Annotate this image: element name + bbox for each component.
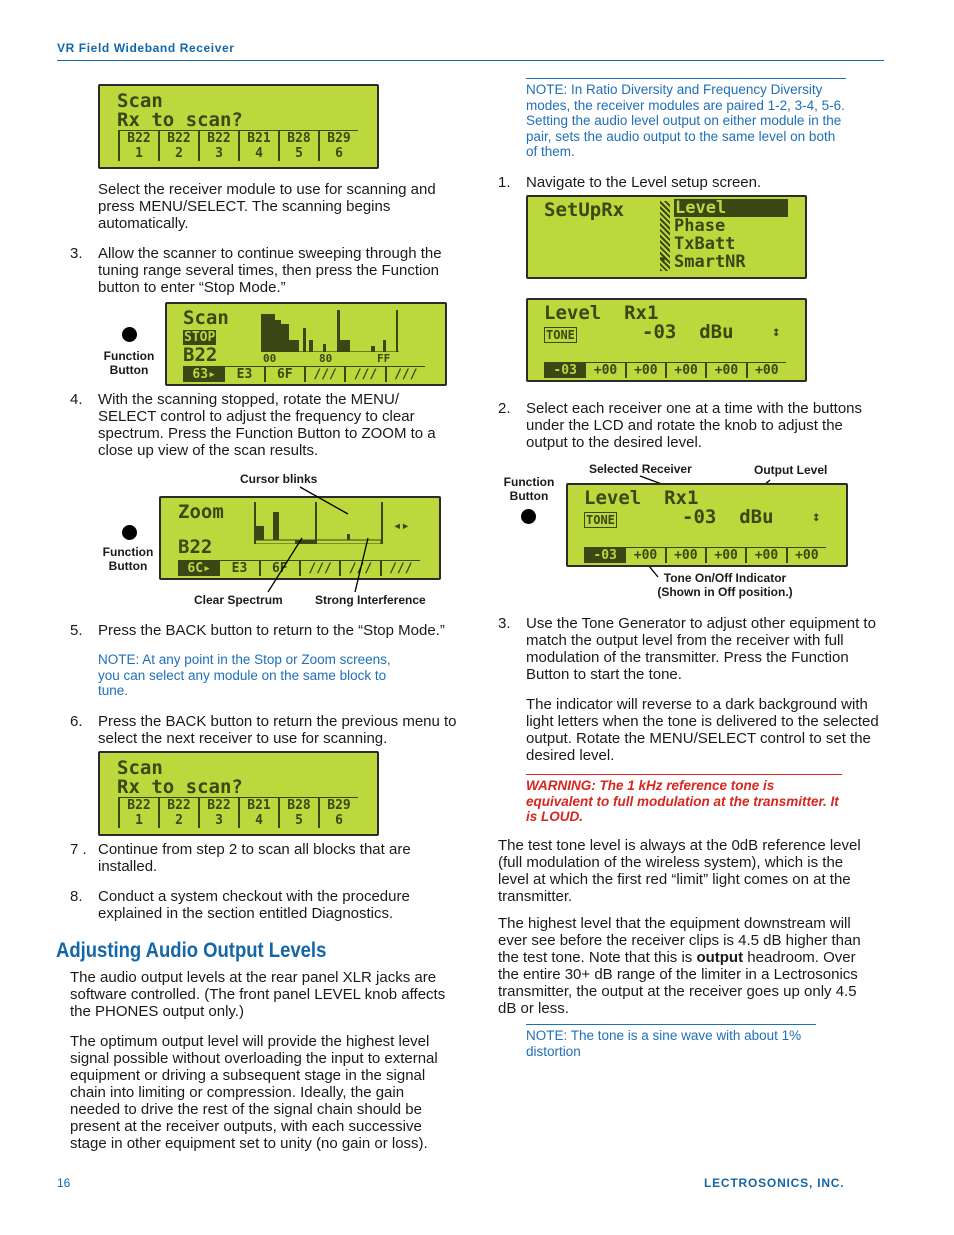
function-button-label: Function Button <box>503 475 555 503</box>
step-number: 7 . <box>70 841 87 858</box>
lcd-cell: +00 <box>664 547 705 563</box>
paragraph: The highest level that the equipment dow… <box>498 915 861 1017</box>
lcd-cell: +00 <box>584 362 625 378</box>
lcd-level-cells: -03 +00 +00 +00 +00 +00 <box>584 547 826 563</box>
tone-indicator: TONE <box>544 327 577 343</box>
paragraph: The optimum output level will provide th… <box>70 1033 438 1152</box>
lcd-level-annotated: Level Rx1 TONE -03 dBu ↕ -03 +00 +00 +00 +00… <box>566 483 848 567</box>
lcd-cell: +00 <box>704 547 746 563</box>
step-number: 2. <box>498 400 511 417</box>
lcd-cell: +00 <box>745 547 786 563</box>
callout-clear-spectrum: Clear Spectrum <box>194 593 283 607</box>
menu-item: SmartNR <box>674 252 746 272</box>
output-level-value: -03 dBu <box>642 321 734 343</box>
footer-company: LECTROSONICS, INC. <box>704 1176 845 1190</box>
output-level-value: -03 dBu <box>682 506 774 528</box>
up-down-arrows-icon: ↕ <box>772 324 781 340</box>
lcd-cell: +00 <box>785 547 826 563</box>
lcd-cell: +00 <box>705 362 746 378</box>
step-text: Press the BACK button to return the prev… <box>98 713 457 747</box>
step-number: 5. <box>70 622 83 639</box>
lcd-title: SetUpRx <box>544 199 625 221</box>
step-number: 8. <box>70 888 83 905</box>
function-button-icon <box>521 509 536 524</box>
note: NOTE: The tone is a sine wave with about… <box>526 1024 816 1059</box>
scroll-down-icon: ▼ <box>660 255 667 266</box>
section-heading: Adjusting Audio Output Levels <box>56 939 327 962</box>
warning-note: WARNING: The 1 kHz reference tone is equ… <box>526 774 842 825</box>
paragraph: The test tone level is always at the 0dB… <box>498 837 861 905</box>
lcd-line: Rx to scan? <box>117 776 243 798</box>
menu-item: Phase <box>674 216 726 236</box>
lcd-cell: B22 2 <box>158 797 198 828</box>
lcd-scan-select-2: Scan Rx to scan? B22 1 B22 2 B22 3 B21 4 B28… <box>98 751 379 836</box>
note: NOTE: At any point in the Stop or Zoom s… <box>98 652 391 698</box>
step-text: Press the BACK button to return to the “… <box>98 622 445 639</box>
menu-item-selected: Level <box>674 199 788 217</box>
step-text: Use the Tone Generator to adjust other e… <box>526 615 876 683</box>
lcd-cell: B22 3 <box>198 797 238 828</box>
callout-strong-interference: Strong Interference <box>315 593 426 607</box>
lcd-cell: B21 4 <box>238 797 278 828</box>
lcd-cell: +00 <box>624 547 665 563</box>
callout-output-level: Output Level <box>754 463 828 477</box>
lcd-block-cells: B22 1 B22 2 B22 3 B21 4 B28 5 B29 6 <box>118 797 358 828</box>
step-text: Continue from step 2 to scan all blocks … <box>98 841 411 875</box>
lcd-level: Level Rx1 TONE -03 dBu ↕ -03 +00 +00 +00 +00… <box>526 298 807 382</box>
callout-tone-indicator: Tone On/Off Indicator (Shown in Off posit… <box>657 571 793 599</box>
callout-selected-receiver: Selected Receiver <box>589 462 692 476</box>
page-number: 16 <box>57 1176 71 1190</box>
manual-page: VR Field Wideband Receiver Scan Rx to sc… <box>0 0 954 1235</box>
lcd-cell: B29 6 <box>318 797 358 828</box>
lcd-cell: -03 <box>544 362 585 378</box>
lcd-cell: B28 5 <box>278 797 318 828</box>
lcd-level-cells: -03 +00 +00 +00 +00 +00 <box>544 362 786 378</box>
step-text: Conduct a system checkout with the proce… <box>98 888 410 922</box>
step-number: 3. <box>498 615 511 632</box>
lcd-setup-menu: SetUpRx Level Phase TxBatt ▼ SmartNR <box>526 195 807 279</box>
paragraph: The indicator will reverse to a dark bac… <box>526 696 879 764</box>
tone-indicator: TONE <box>584 512 617 528</box>
step-number: 6. <box>70 713 83 730</box>
lcd-cell: +00 <box>664 362 706 378</box>
step-text: Navigate to the Level setup screen. <box>526 174 762 191</box>
lcd-cell: B22 1 <box>118 797 158 828</box>
note: NOTE: In Ratio Diversity and Frequency D… <box>526 78 846 160</box>
step-number: 1. <box>498 174 511 191</box>
lcd-cell: -03 <box>584 547 625 563</box>
paragraph: The audio output levels at the rear pane… <box>70 969 446 1020</box>
menu-item: TxBatt <box>674 234 736 254</box>
lcd-cell: +00 <box>745 362 786 378</box>
step-text: Select each receiver one at a time with … <box>526 400 863 451</box>
up-down-arrows-icon: ↕ <box>812 509 821 525</box>
lcd-cell: +00 <box>624 362 665 378</box>
